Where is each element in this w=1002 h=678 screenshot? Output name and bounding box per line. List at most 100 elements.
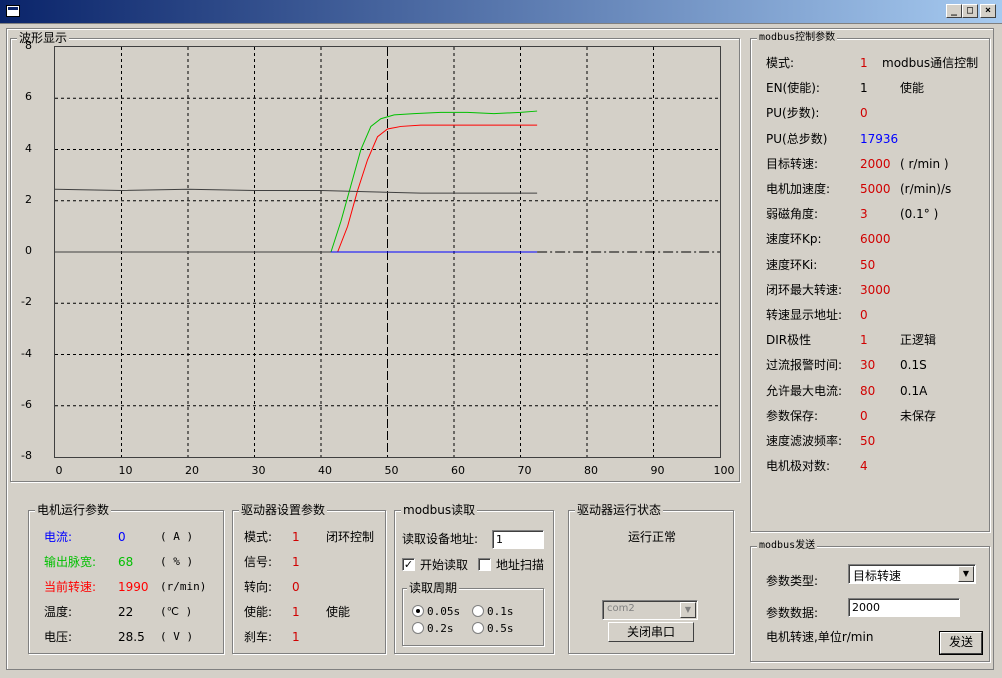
period-radio-2[interactable] bbox=[412, 622, 424, 634]
x-tick-label: 50 bbox=[384, 464, 399, 477]
start-read-label: 开始读取 bbox=[420, 558, 469, 572]
x-tick-label: 60 bbox=[451, 464, 465, 477]
motor-param-value: 0 bbox=[118, 530, 126, 544]
send-button[interactable]: 发送 bbox=[940, 632, 982, 654]
x-tick-label: 0 bbox=[55, 464, 63, 477]
waveform-chart bbox=[55, 47, 720, 457]
param-hint: 电机转速,单位r/min bbox=[766, 630, 874, 644]
driver-param-value: 1 bbox=[292, 530, 300, 544]
x-tick-label: 10 bbox=[118, 464, 133, 477]
motor-param-unit: ( % ) bbox=[160, 555, 194, 568]
read-address-label: 读取设备地址: bbox=[402, 532, 479, 546]
modbus-param-value: 17936 bbox=[860, 131, 899, 146]
motor-param-value: 1990 bbox=[118, 580, 149, 594]
start-read-checkbox[interactable]: ✓ bbox=[402, 558, 415, 571]
x-tick-label: 90 bbox=[650, 464, 665, 477]
modbus-param-label: 转速显示地址: bbox=[766, 308, 843, 322]
period-radio-3[interactable] bbox=[472, 622, 484, 634]
period-label-1: 0.1s bbox=[487, 605, 514, 618]
period-radio-0[interactable] bbox=[412, 605, 424, 617]
modbus-param-label: 目标转速: bbox=[766, 156, 819, 171]
period-radio-1[interactable] bbox=[472, 605, 484, 617]
maximize-button[interactable]: □ bbox=[962, 4, 978, 18]
driver-param-label: 信号: bbox=[244, 555, 273, 569]
modbus-param-value: 1 bbox=[860, 333, 868, 348]
minimize-button[interactable]: _ bbox=[946, 4, 962, 18]
modbus-param-value: 5000 bbox=[860, 182, 891, 196]
motor-param-unit: ( V ) bbox=[160, 630, 194, 643]
modbus-param-label: 过流报警时间: bbox=[766, 358, 843, 373]
address-scan-checkbox[interactable] bbox=[478, 558, 491, 571]
modbus-param-value: 0 bbox=[860, 106, 868, 121]
motor-param-unit: ( A ) bbox=[160, 530, 194, 543]
driver-param-value: 1 bbox=[292, 630, 300, 644]
read-address-input[interactable] bbox=[492, 530, 544, 549]
app-icon[interactable] bbox=[6, 5, 20, 17]
x-tick-label: 70 bbox=[517, 464, 532, 477]
driver-param-label: 转向: bbox=[244, 580, 273, 594]
read-period-group: 读取周期 bbox=[402, 581, 544, 646]
y-tick-label: -2 bbox=[21, 295, 32, 309]
series-line-1 bbox=[337, 124, 538, 253]
waveform-plot bbox=[54, 46, 721, 458]
x-tick-label: 30 bbox=[251, 464, 266, 477]
modbus-param-value: 0 bbox=[860, 308, 868, 322]
address-scan-label: 地址扫描 bbox=[496, 558, 545, 572]
modbus-param-label: PU(步数): bbox=[766, 106, 820, 121]
driver-param-label: 模式: bbox=[244, 530, 273, 544]
port-select[interactable]: com2 ▼ bbox=[602, 600, 698, 620]
port-select-value: com2 bbox=[607, 603, 635, 614]
modbus-param-value: 1 bbox=[860, 81, 868, 96]
modbus-param-label: 弱磁角度: bbox=[766, 207, 819, 222]
driver-param-label: 使能: bbox=[244, 605, 273, 619]
modbus-param-value: 50 bbox=[860, 434, 876, 448]
modbus-params-title: modbus控制参数 bbox=[757, 31, 838, 45]
modbus-param-label: 速度环Ki: bbox=[766, 257, 818, 272]
x-tick-label: 40 bbox=[318, 464, 332, 477]
modbus-param-label: 参数保存: bbox=[766, 408, 819, 423]
chevron-down-icon: ▼ bbox=[958, 566, 974, 582]
modbus-param-extra: 未保存 bbox=[900, 408, 937, 423]
driver-param-extra: 闭环控制 bbox=[326, 530, 375, 544]
y-tick-label: -8 bbox=[21, 449, 32, 462]
modbus-param-extra: 正逻辑 bbox=[900, 333, 937, 348]
modbus-param-value: 50 bbox=[860, 257, 876, 272]
motor-param-value: 22 bbox=[118, 605, 134, 619]
modbus-param-extra: 0.1A bbox=[900, 383, 928, 398]
motor-param-value: 28.5 bbox=[118, 630, 145, 644]
y-tick-label: -6 bbox=[21, 397, 32, 411]
modbus-param-label: 电机加速度: bbox=[766, 182, 831, 196]
modbus-send-title: modbus发送 bbox=[757, 539, 818, 553]
x-tick-label: 80 bbox=[584, 464, 598, 477]
modbus-param-label: 速度滤波频率: bbox=[766, 434, 843, 448]
modbus-param-label: EN(使能): bbox=[766, 81, 820, 96]
y-tick-label: -4 bbox=[21, 346, 32, 360]
close-button[interactable]: × bbox=[980, 4, 996, 18]
y-tick-label: 2 bbox=[25, 192, 32, 206]
run-status-text: 运行正常 bbox=[628, 530, 677, 544]
modbus-param-extra: ( r/min ) bbox=[900, 156, 949, 171]
series-line-2 bbox=[55, 188, 538, 194]
modbus-param-extra: 使能 bbox=[900, 81, 925, 96]
param-type-select[interactable]: 目标转速 ▼ bbox=[848, 564, 976, 584]
modbus-param-value: 1 bbox=[860, 56, 868, 70]
modbus-param-extra: (r/min)/s bbox=[900, 182, 952, 196]
y-tick-label: 4 bbox=[25, 141, 32, 155]
driver-param-value: 0 bbox=[292, 580, 300, 594]
motor-param-label: 电流: bbox=[44, 530, 73, 544]
period-label-0: 0.05s bbox=[427, 605, 461, 618]
modbus-param-label: 速度环Kp: bbox=[766, 232, 822, 247]
period-label-2: 0.2s bbox=[427, 622, 454, 635]
modbus-param-label: 模式: bbox=[766, 56, 795, 70]
close-port-button[interactable]: 关闭串口 bbox=[608, 622, 694, 642]
series-line-0 bbox=[330, 110, 538, 253]
modbus-param-extra: 0.1S bbox=[900, 358, 927, 373]
driver-setup-title: 驱动器设置参数 bbox=[239, 503, 328, 517]
modbus-param-label: PU(总步数) bbox=[766, 131, 828, 146]
modbus-param-value: 0 bbox=[860, 408, 868, 423]
param-data-input[interactable] bbox=[848, 598, 960, 617]
modbus-param-label: 允许最大电流: bbox=[766, 383, 843, 398]
modbus-param-value: 30 bbox=[860, 358, 876, 373]
motor-param-unit: (℃ ) bbox=[160, 605, 193, 618]
modbus-param-value: 80 bbox=[860, 383, 876, 398]
